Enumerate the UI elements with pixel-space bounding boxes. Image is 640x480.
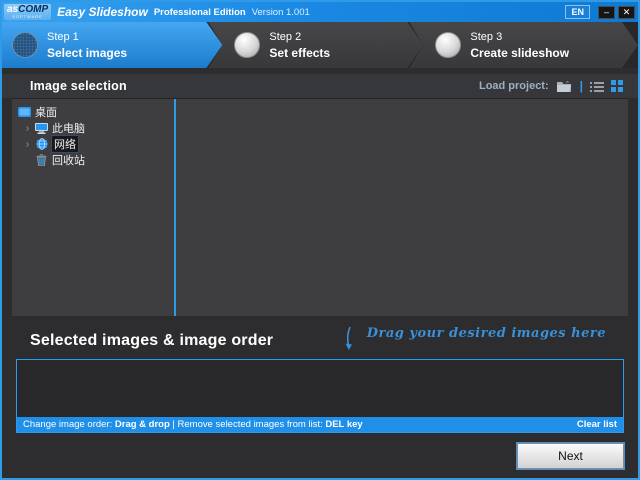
open-project-folder-icon[interactable] [556, 80, 573, 93]
step1-circle-icon [12, 32, 38, 58]
footer: Next [2, 433, 638, 478]
selected-images-box: Change image order: Drag & drop | Remove… [16, 359, 624, 433]
curved-down-arrow-icon [343, 326, 355, 357]
image-browser: 桌面 › 此电脑 › 网络 回收站 [12, 98, 628, 316]
minimize-icon[interactable]: – [598, 6, 615, 19]
load-project-label: Load project: [479, 80, 549, 92]
tree-item-label: 回收站 [52, 152, 85, 168]
list-view-icon[interactable] [590, 81, 604, 92]
step3-label: Create slideshow [470, 46, 569, 60]
network-icon [35, 138, 48, 150]
step2-label: Set effects [269, 46, 330, 60]
image-selection-header: Image selection Load project: | [2, 74, 638, 98]
language-button[interactable]: EN [565, 5, 590, 19]
folder-tree: 桌面 › 此电脑 › 网络 回收站 [12, 99, 174, 316]
app-window: asCOMP SOFTWARE Easy Slideshow Professio… [0, 0, 640, 480]
step1-label: Select images [47, 46, 127, 60]
computer-icon [35, 122, 48, 134]
tree-item-desktop[interactable]: 桌面 [12, 104, 174, 120]
version-label: Version 1.001 [252, 7, 310, 18]
ascomp-logo-icon: asCOMP SOFTWARE [4, 4, 51, 20]
tree-item-this-pc[interactable]: › 此电脑 [12, 120, 174, 136]
next-button[interactable]: Next [517, 443, 624, 469]
image-thumbnails-area[interactable] [176, 99, 628, 316]
tree-item-network[interactable]: › 网络 [12, 136, 174, 152]
expander-icon[interactable]: › [24, 139, 31, 150]
selected-images-title: Selected images & image order [30, 332, 273, 350]
step1-number: Step 1 [47, 31, 127, 43]
tree-item-label-selected: 网络 [52, 136, 78, 152]
tab-step3-create-slideshow[interactable]: Step 3 Create slideshow [409, 22, 638, 68]
edition-label: Professional Edition [154, 7, 246, 18]
info-bar-hints: Change image order: Drag & drop | Remove… [23, 419, 363, 430]
step3-number: Step 3 [470, 31, 569, 43]
thumbnail-view-icon[interactable] [611, 80, 624, 92]
recycle-bin-icon [35, 154, 48, 166]
title-bar[interactable]: asCOMP SOFTWARE Easy Slideshow Professio… [2, 2, 638, 22]
drag-hint-text: Drag your desired images here [367, 326, 606, 341]
selected-images-header: Selected images & image order Drag your … [2, 328, 638, 354]
tree-item-label: 桌面 [35, 104, 57, 120]
toolbar-separator: | [580, 79, 583, 93]
tab-step2-set-effects[interactable]: Step 2 Set effects [208, 22, 423, 68]
step3-circle-icon [435, 32, 461, 58]
tab-step1-select-images[interactable]: Step 1 Select images [2, 22, 222, 68]
desktop-icon [18, 106, 31, 118]
clear-list-button[interactable]: Clear list [577, 419, 617, 430]
expander-icon[interactable]: › [24, 123, 31, 134]
app-title: Easy Slideshow [57, 5, 148, 19]
info-bar: Change image order: Drag & drop | Remove… [17, 417, 623, 432]
step2-circle-icon [234, 32, 260, 58]
wizard-steps: Step 1 Select images Step 2 Set effects … [2, 22, 638, 68]
close-icon[interactable]: ✕ [618, 6, 635, 19]
tree-item-recycle-bin[interactable]: 回收站 [12, 152, 174, 168]
step2-number: Step 2 [269, 31, 330, 43]
image-drop-zone[interactable] [17, 360, 623, 417]
logo-subtext: SOFTWARE [12, 15, 43, 19]
image-selection-title: Image selection [30, 79, 127, 93]
tree-item-label: 此电脑 [52, 120, 85, 136]
